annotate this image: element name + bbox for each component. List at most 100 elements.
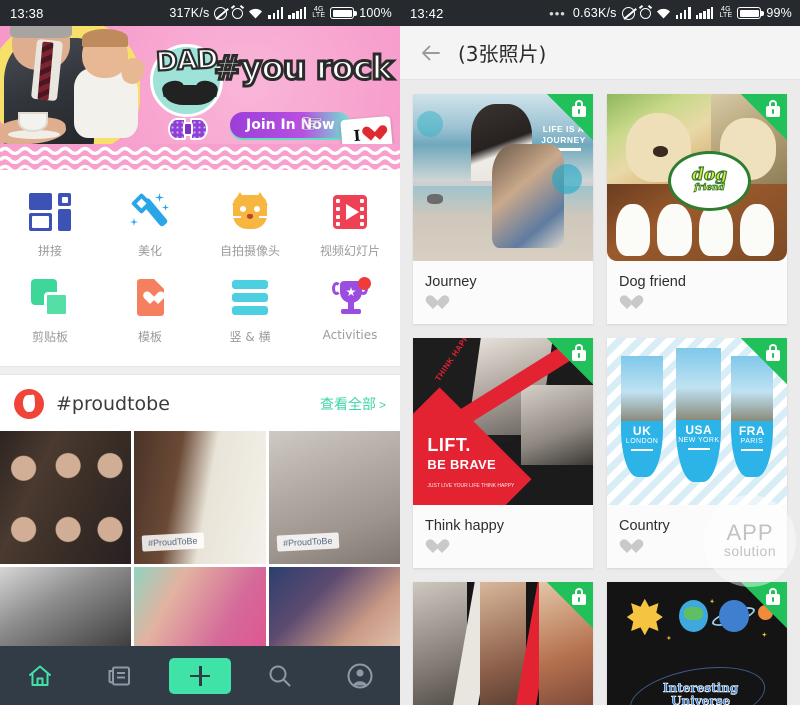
page-header: (3张照片) — [400, 26, 800, 80]
tool-label: 美化 — [137, 244, 162, 258]
nav-search[interactable] — [240, 646, 320, 705]
template-card[interactable]: Interesting Universe — [607, 582, 787, 705]
see-all-label: 查看全部 — [319, 396, 376, 412]
template-thumbnail-journey: LIFE IS AJOURNEY — [413, 94, 593, 261]
favorite-button[interactable] — [607, 294, 787, 324]
template-thumbnail-think-happy: THINK HAPPY LIFT. BE BRAVE JUST LIVE YOU… — [413, 338, 593, 505]
tool-label: 模板 — [137, 330, 162, 344]
favorite-button[interactable] — [413, 538, 593, 568]
wifi-icon — [248, 7, 263, 19]
flag-code: UK — [632, 423, 652, 438]
chevron-right-icon: > — [378, 398, 386, 412]
network-type-label: 4G LTE — [312, 6, 326, 19]
locked-corner-badge — [547, 338, 593, 384]
template-card[interactable]: LIFE IS AJOURNEY Journey — [413, 94, 593, 324]
user-icon — [346, 662, 374, 690]
photo-tile[interactable] — [0, 431, 132, 564]
template-card[interactable]: STILL — [413, 582, 593, 705]
heart-icon — [425, 296, 442, 311]
mute-icon — [621, 6, 635, 20]
back-arrow-icon[interactable] — [418, 40, 444, 66]
template-thumbnail-dog: dog friend — [607, 94, 787, 261]
left-phone-screen: 13:38 317K/s 4G LTE 100% DAD #you rock J… — [0, 0, 400, 705]
lock-icon — [766, 588, 780, 605]
tool-row-1: 拼接 美化 自拍摄像头 视频幻灯片 — [0, 184, 400, 270]
hashtag-section-header: #proudtobe 查看全部 > — [0, 375, 400, 431]
signal-icon — [675, 7, 691, 19]
thumb-caption: LIFT. BE BRAVE JUST LIVE YOUR LIFE THINK… — [427, 436, 514, 492]
flame-icon — [14, 389, 44, 419]
notification-badge — [358, 277, 371, 290]
locked-corner-badge — [741, 582, 787, 628]
photo-tile[interactable] — [268, 567, 400, 651]
nav-home[interactable] — [0, 646, 80, 705]
badge-line-2: friend — [694, 183, 725, 194]
battery-percent: 99% — [766, 6, 792, 20]
tool-beautify[interactable]: 美化 — [100, 184, 200, 270]
status-time: 13:38 — [10, 5, 44, 21]
tool-video-slideshow[interactable]: 视频幻灯片 — [300, 184, 400, 270]
banner-wave-strip — [0, 144, 400, 170]
locked-corner-badge — [741, 94, 787, 140]
dual-screenshot: 13:38 317K/s 4G LTE 100% DAD #you rock J… — [0, 0, 800, 705]
status-network-speed: 317K/s — [169, 6, 210, 20]
favorite-button[interactable] — [607, 538, 787, 568]
nav-feed[interactable] — [80, 646, 160, 705]
tool-activities[interactable]: Activities — [300, 270, 400, 356]
tool-clipboard[interactable]: 剪贴板 — [0, 270, 100, 356]
sun-icon — [626, 598, 663, 636]
tool-grid: 拼接 美化 自拍摄像头 视频幻灯片 剪贴板 模板 竖 & 横 Activitie… — [0, 170, 400, 366]
photo-grid: #ProudToBe #ProudToBe — [0, 431, 400, 651]
promo-banner[interactable]: DAD #you rock Join In Now ☞ I DADDY — [0, 26, 400, 170]
mute-icon — [214, 6, 228, 20]
search-icon — [266, 662, 294, 690]
tool-collage[interactable]: 拼接 — [0, 184, 100, 270]
template-card[interactable]: UK LONDON USA NEW YORK FRA PARIS Country — [607, 338, 787, 568]
plus-icon[interactable] — [169, 657, 231, 694]
flag-city: LONDON — [625, 437, 659, 445]
banner-dad-word: DAD — [154, 43, 219, 78]
home-icon — [26, 662, 54, 690]
section-divider — [0, 366, 400, 375]
photo-tile[interactable] — [0, 567, 132, 651]
tool-label: 拼接 — [37, 244, 62, 258]
tool-template[interactable]: 模板 — [100, 270, 200, 356]
right-phone-screen: 13:42 ••• 0.63K/s 4G LTE 99% (3张照片) JOUR… — [400, 0, 800, 705]
lock-icon — [766, 100, 780, 117]
caption-line-3: JUST LIVE YOUR LIFE THINK HAPPY — [427, 482, 515, 489]
page-title: (3张照片) — [458, 42, 547, 66]
nav-create[interactable] — [160, 646, 240, 705]
nav-profile[interactable] — [320, 646, 400, 705]
tool-selfie-cam[interactable]: 自拍摄像头 — [200, 184, 300, 270]
heart-icon — [362, 126, 380, 142]
favorite-button[interactable] — [413, 294, 593, 324]
country-flag-uk: UK LONDON — [621, 356, 663, 477]
locked-corner-badge — [547, 94, 593, 140]
tool-vertical-horizontal[interactable]: 竖 & 横 — [200, 270, 300, 356]
locked-corner-badge — [741, 338, 787, 384]
battery-percent: 100% — [359, 6, 392, 20]
photo-tile[interactable]: #ProudToBe — [134, 431, 266, 564]
country-flag-usa: USA NEW YORK — [676, 348, 722, 482]
join-in-now-button[interactable]: Join In Now — [230, 112, 351, 138]
lock-icon — [766, 344, 780, 361]
alarm-icon — [639, 7, 651, 19]
card-title: Journey — [425, 274, 477, 290]
photo-tag: #ProudToBe — [276, 532, 339, 552]
template-card[interactable]: dog friend Dog friend — [607, 94, 787, 324]
photo-tile[interactable]: #ProudToBe — [268, 431, 400, 564]
dog-friend-badge: dog friend — [668, 150, 751, 211]
cat-selfie-icon — [229, 191, 271, 233]
tool-label: 视频幻灯片 — [319, 244, 380, 258]
template-card[interactable]: THINK HAPPY LIFT. BE BRAVE JUST LIVE YOU… — [413, 338, 593, 568]
locked-corner-badge — [547, 582, 593, 628]
right-status-bar: 13:42 ••• 0.63K/s 4G LTE 99% — [400, 0, 800, 26]
photo-tile[interactable] — [134, 567, 266, 651]
earth-icon — [679, 600, 708, 633]
template-thumbnail-universe: Interesting Universe — [607, 582, 787, 705]
battery-icon — [330, 7, 357, 19]
wifi-icon — [656, 7, 671, 19]
video-slideshow-icon — [329, 191, 371, 233]
template-heart-icon — [129, 277, 171, 319]
see-all-link[interactable]: 查看全部 > — [320, 394, 386, 414]
